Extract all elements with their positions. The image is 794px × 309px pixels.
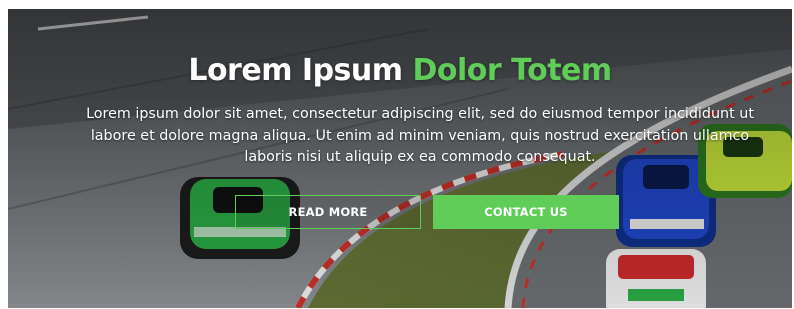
hero-paragraph-line: laboris nisi ut aliquip ex ea commodo co… [244,149,596,165]
read-more-button[interactable]: READ MORE [235,195,421,229]
hero-title-main: Lorem Ipsum [188,53,413,88]
hero-paragraph-line: labore et dolore magna aliqua. Ut enim a… [90,127,750,144]
contact-us-label: CONTACT US [484,205,568,219]
hero-title: Lorem Ipsum Dolor Totem [8,53,792,88]
hero-banner: Lorem Ipsum Dolor Totem Lorem ipsum dolo… [8,9,792,308]
contact-us-button[interactable]: CONTACT US [433,195,619,229]
read-more-label: READ MORE [288,205,368,219]
hero-paragraph: Lorem ipsum dolor sit amet, consectetur … [48,104,792,169]
hero-title-accent: Dolor Totem [412,53,612,88]
hero-paragraph-line: Lorem ipsum dolor sit amet, consectetur … [86,106,754,122]
